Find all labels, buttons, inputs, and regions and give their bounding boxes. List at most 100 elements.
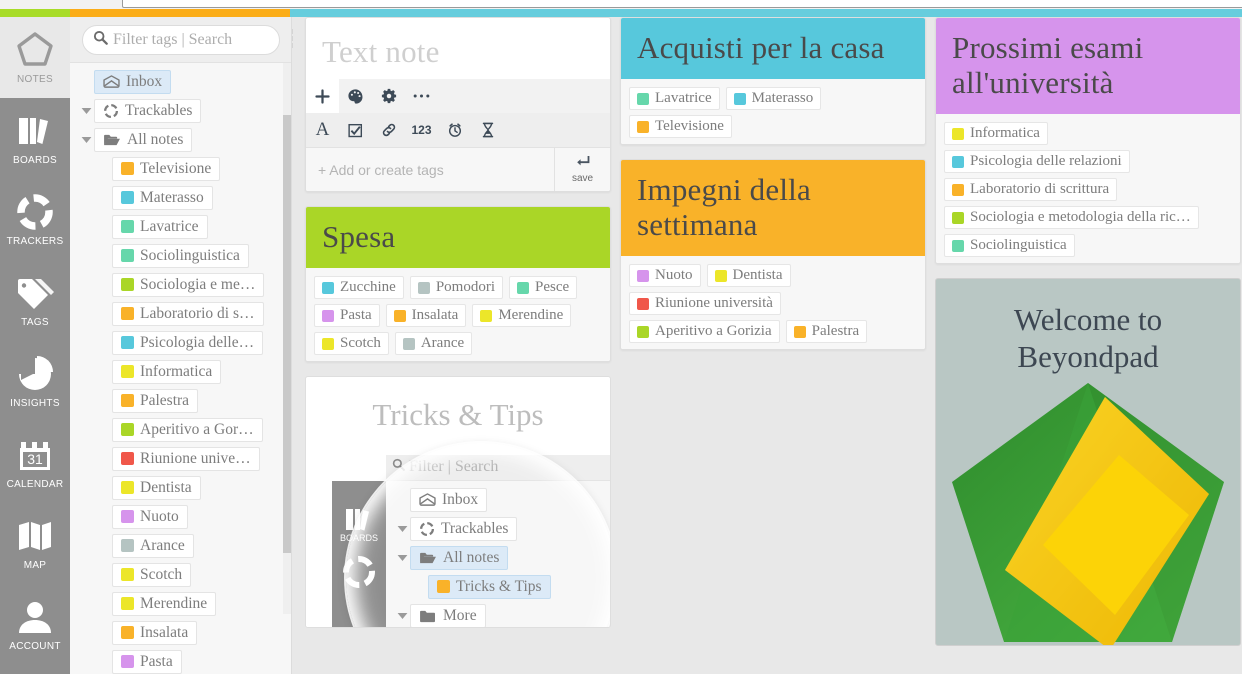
rail-item-insights[interactable]: INSIGHTS <box>0 341 70 422</box>
tree-item-scotch[interactable]: Scotch <box>112 562 192 587</box>
note-tag[interactable]: Laboratorio di scrittura <box>944 178 1118 202</box>
note-composer-placeholder[interactable]: Text note <box>306 18 610 79</box>
checkbox-icon[interactable] <box>339 113 372 147</box>
tree-item-merendine[interactable]: Merendine <box>112 591 217 616</box>
search-input-wrapper[interactable]: Filter tags | Search <box>82 25 280 55</box>
tree-item-inbox[interactable]: Inbox <box>94 69 172 94</box>
note-tag[interactable]: Televisione <box>629 115 732 139</box>
add-tags-input[interactable]: + Add or create tags <box>306 148 554 191</box>
note-tag[interactable]: Psicologia delle relazioni <box>944 150 1130 174</box>
gear-icon[interactable] <box>372 79 405 113</box>
sidebar-scrollbar-track[interactable] <box>283 63 291 614</box>
caret-spacer <box>96 161 112 177</box>
note-card-tags: Nuoto Dentista Riunione università Aperitiv… <box>621 256 925 350</box>
search-input[interactable]: Filter tags | Search <box>113 31 232 49</box>
note-tag[interactable]: Zucchine <box>314 276 404 300</box>
rail-item-account[interactable]: ACCOUNT <box>0 584 70 665</box>
note-tag[interactable]: Riunione università <box>629 292 781 316</box>
tree-item-riunione-unive[interactable]: Riunione unive… <box>112 446 260 471</box>
rail-item-tags[interactable]: TAGS <box>0 260 70 341</box>
tree-item-materasso[interactable]: Materasso <box>112 185 213 210</box>
tree-item-psicologia-delle[interactable]: Psicologia delle… <box>112 330 264 355</box>
tree-item-lavatrice[interactable]: Lavatrice <box>112 214 208 239</box>
tree-item-aperitivo-a-gor[interactable]: Aperitivo a Gor… <box>112 417 263 442</box>
note-tag[interactable]: Nuoto <box>629 264 701 288</box>
text-format-icon[interactable]: A <box>306 113 339 147</box>
note-tag[interactable]: Scotch <box>314 332 389 356</box>
note-tag-label: Pasta <box>340 307 372 324</box>
tree-item-trackables[interactable]: Trackables <box>94 98 202 123</box>
link-icon[interactable] <box>372 113 405 147</box>
rail-item-boards[interactable]: BOARDS <box>0 98 70 179</box>
rail-item-notes[interactable]: NOTES <box>0 17 70 98</box>
note-tag[interactable]: Pasta <box>314 304 380 328</box>
app-window: NOTES BOARDS TRACKERS TAGS INSIGHTS 31 CALENDA… <box>0 0 1242 674</box>
pentagon-icon <box>15 30 55 70</box>
chevron-down-icon[interactable] <box>78 103 94 119</box>
caret-spacer <box>96 277 112 293</box>
note-tag[interactable]: Lavatrice <box>629 87 720 111</box>
tree-item-all-notes[interactable]: All notes <box>94 127 193 152</box>
tree-item-nuoto[interactable]: Nuoto <box>112 504 188 529</box>
tree-item-label: Insalata <box>140 623 189 641</box>
note-tag-label: Psicologia delle relazioni <box>970 153 1122 170</box>
rail-item-map[interactable]: MAP <box>0 503 70 584</box>
note-card-impegni[interactable]: Impegni della settimana Nuoto Dentista Riun… <box>620 159 926 351</box>
rail-item-calendar[interactable]: 31 CALENDAR <box>0 422 70 503</box>
note-tag[interactable]: Insalata <box>385 304 467 328</box>
tag-color-swatch <box>121 539 134 552</box>
note-card-spesa[interactable]: Spesa Zucchine Pomodori Pesce Pasta Insalata M… <box>305 206 611 363</box>
alarm-clock-icon[interactable] <box>438 113 471 147</box>
tree-item-pasta[interactable]: Pasta <box>112 649 182 674</box>
ellipsis-icon[interactable] <box>405 79 438 113</box>
note-tag[interactable]: Sociologia e metodologia della ric… <box>944 206 1199 230</box>
rail-item-label: INSIGHTS <box>10 398 60 409</box>
note-tag[interactable]: Pomodori <box>409 276 503 300</box>
tree-item-arance[interactable]: Arance <box>112 533 194 558</box>
save-button[interactable]: save <box>554 148 610 192</box>
chevron-down-icon[interactable] <box>78 132 94 148</box>
note-tag[interactable]: Pesce <box>509 276 578 300</box>
palette-icon[interactable] <box>339 79 372 113</box>
note-tag[interactable]: Informatica <box>944 122 1048 146</box>
board-column-3: Prossimi esami all'università Informatica… <box>935 17 1241 647</box>
tree-item-label: Nuoto <box>140 507 179 525</box>
tree-item-palestra[interactable]: Palestra <box>112 388 199 413</box>
note-tag[interactable]: Sociolinguistica <box>944 234 1075 258</box>
browser-url-bar[interactable] <box>122 0 1242 8</box>
note-card-acquisti[interactable]: Acquisti per la casa Lavatrice Materasso Te… <box>620 17 926 146</box>
rail-item-trackers[interactable]: TRACKERS <box>0 179 70 260</box>
note-tag[interactable]: Aperitivo a Gorizia <box>629 320 780 344</box>
tag-color-swatch <box>121 597 134 610</box>
note-tag-label: Riunione università <box>655 295 773 312</box>
note-tag[interactable]: Materasso <box>725 87 822 111</box>
note-card-tags: Zucchine Pomodori Pesce Pasta Insalata Merend… <box>306 268 610 362</box>
number-icon[interactable]: 123 <box>405 113 438 147</box>
caret-spacer <box>96 480 112 496</box>
enter-arrow-icon <box>575 155 591 173</box>
tree-node: Inbox <box>70 67 291 96</box>
note-tag[interactable]: Palestra <box>785 320 868 344</box>
caret-spacer <box>96 190 112 206</box>
note-tag[interactable]: Merendine <box>472 304 572 328</box>
stripe-segment-orange <box>70 9 290 17</box>
tree-item-informatica[interactable]: Informatica <box>112 359 222 384</box>
sidebar-scrollbar-thumb[interactable] <box>283 115 291 553</box>
tag-color-swatch <box>121 220 134 233</box>
tree-item-televisione[interactable]: Televisione <box>112 156 221 181</box>
tree-item-sociologia-e-me[interactable]: Sociologia e me… <box>112 272 265 297</box>
hourglass-icon[interactable] <box>471 113 504 147</box>
plus-icon[interactable] <box>306 79 339 114</box>
tree-item-sociolinguistica[interactable]: Sociolinguistica <box>112 243 249 268</box>
pie-chart-icon <box>15 354 55 394</box>
card-slot-spesa: Spesa Zucchine Pomodori Pesce Pasta Insalata M… <box>305 206 611 363</box>
note-tag[interactable]: Dentista <box>706 264 791 288</box>
tricks-and-tips-card[interactable]: Tricks & Tips Filter | Search BOARDS Inb… <box>305 376 611 629</box>
tag-color-swatch <box>121 394 134 407</box>
welcome-card[interactable]: Welcome to Beyondpad <box>935 278 1241 647</box>
tree-item-dentista[interactable]: Dentista <box>112 475 201 500</box>
tree-item-laboratorio-di-s[interactable]: Laboratorio di s… <box>112 301 264 326</box>
note-tag[interactable]: Arance <box>394 332 473 356</box>
tree-item-insalata[interactable]: Insalata <box>112 620 198 645</box>
note-card-prossimi-esami[interactable]: Prossimi esami all'università Informatica… <box>935 17 1241 265</box>
